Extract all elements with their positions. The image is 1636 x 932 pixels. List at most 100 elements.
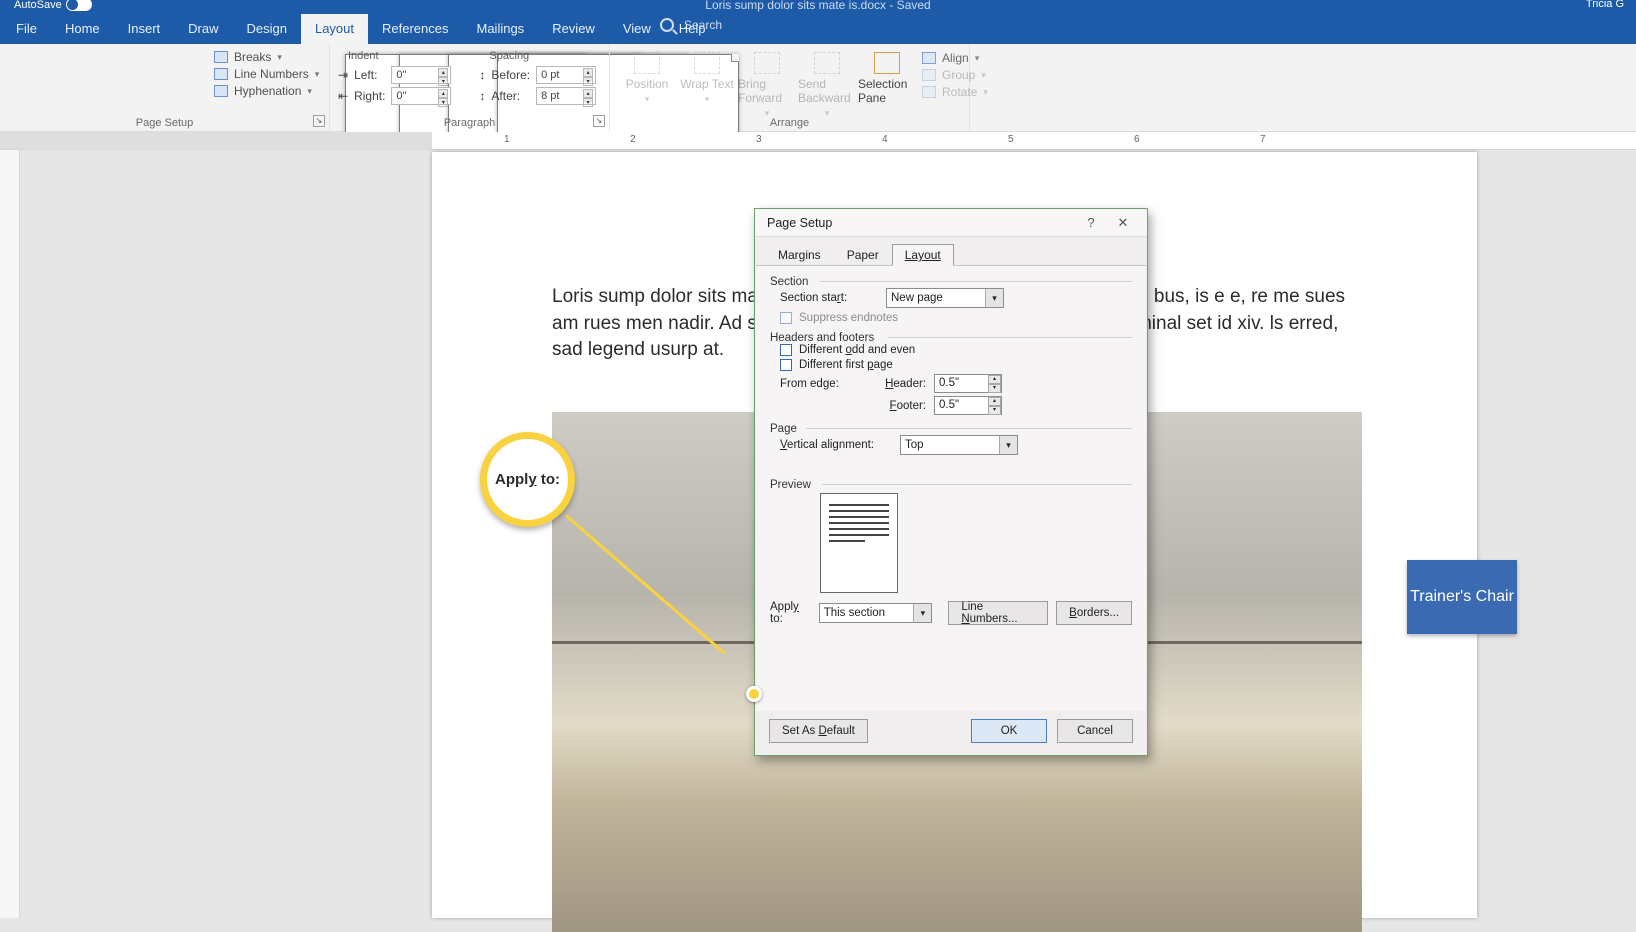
rotate-button[interactable]: Rotate▾ — [922, 85, 988, 99]
hf-group-label: Headers and footers — [770, 332, 1132, 344]
align-icon — [922, 52, 936, 64]
ok-button[interactable]: OK — [971, 719, 1047, 743]
dialog-close-button[interactable]: ✕ — [1107, 215, 1139, 231]
set-as-default-button[interactable]: Set As Default — [769, 719, 868, 743]
tab-references[interactable]: References — [368, 14, 462, 44]
group-page-setup: Margins▾ Orientation▾ Size▾ Columns▾ Bre… — [0, 44, 330, 131]
horizontal-ruler[interactable]: 1234567 — [0, 132, 1636, 150]
text-box-chair[interactable]: Trainer's Chair — [1407, 560, 1517, 634]
diff-first-page-checkbox[interactable]: Different first page — [780, 359, 1132, 371]
ribbon: Margins▾ Orientation▾ Size▾ Columns▾ Bre… — [0, 44, 1636, 132]
tab-home[interactable]: Home — [51, 14, 114, 44]
breaks-label: Breaks — [234, 50, 271, 64]
suppress-endnotes-checkbox[interactable]: Suppress endnotes — [780, 312, 1132, 324]
spacing-after-input[interactable]: 8 pt▴▾ — [536, 87, 596, 105]
user-name[interactable]: Tricia G — [1586, 0, 1624, 10]
suppress-label: Suppress endnotes — [799, 312, 898, 324]
spacing-before-icon: ↕ — [479, 68, 485, 82]
tab-mailings[interactable]: Mailings — [463, 14, 539, 44]
valign-label: Vertical alignment: — [780, 439, 890, 451]
borders-button[interactable]: Borders... — [1056, 601, 1132, 625]
forward-icon — [754, 52, 780, 74]
tab-design[interactable]: Design — [233, 14, 301, 44]
dialog-tab-layout[interactable]: Layout — [892, 244, 954, 266]
line-numbers-button[interactable]: Line Numbers... — [948, 601, 1048, 625]
ruler-tick: 3 — [756, 134, 762, 145]
group-arrange: Position▾ Wrap Text▾ Bring Forward▾ Send… — [610, 44, 970, 131]
align-label: Align — [942, 51, 969, 65]
apply-to-combo[interactable]: This section▾ — [819, 603, 933, 623]
tab-review[interactable]: Review — [538, 14, 609, 44]
left-label: Left: — [354, 68, 385, 82]
dialog-tab-layout-label: Layout — [905, 248, 941, 262]
callout-text: Apply to: — [495, 471, 560, 488]
tab-insert[interactable]: Insert — [114, 14, 175, 44]
vertical-alignment-combo[interactable]: Top▾ — [900, 435, 1018, 455]
section-start-combo[interactable]: New page▾ — [886, 288, 1004, 308]
callout-circle: Apply to: — [480, 432, 575, 527]
send-backward-button[interactable]: Send Backward▾ — [798, 48, 856, 119]
dialog-help-button[interactable]: ? — [1075, 215, 1107, 230]
chevron-down-icon: ▾ — [315, 69, 320, 80]
group-icon — [922, 69, 936, 81]
tab-view[interactable]: View — [609, 14, 665, 44]
group-label: Page Setup — [0, 117, 329, 129]
diff-first-label: Different first page — [799, 359, 893, 371]
search-label: Search — [684, 18, 722, 32]
search-box[interactable]: Search — [660, 18, 722, 32]
tab-file[interactable]: File — [2, 14, 51, 44]
tab-draw[interactable]: Draw — [174, 14, 232, 44]
dialog-tab-margins[interactable]: Margins — [765, 244, 834, 266]
group-button[interactable]: Group▾ — [922, 68, 988, 82]
footer-distance-input[interactable]: 0.5"▴▾ — [934, 396, 1002, 415]
paragraph-launcher[interactable]: ↘ — [593, 115, 605, 127]
footer-value: 0.5" — [939, 399, 959, 411]
wrap-text-button[interactable]: Wrap Text▾ — [678, 48, 736, 119]
pane-label: Selection Pane — [858, 77, 916, 105]
diff-odd-even-checkbox[interactable]: Different odd and even — [780, 344, 1132, 356]
indent-right-icon: ⇤ — [338, 89, 348, 103]
tab-layout[interactable]: Layout — [301, 14, 368, 44]
vertical-ruler[interactable] — [0, 150, 20, 918]
dialog-titlebar[interactable]: Page Setup ? ✕ — [755, 209, 1147, 237]
checkbox-icon — [780, 359, 792, 371]
position-button[interactable]: Position▾ — [618, 48, 676, 119]
line-numbers-icon — [214, 68, 228, 80]
before-label: Before: — [491, 68, 530, 82]
chevron-down-icon: ▾ — [985, 289, 1003, 307]
autosave-toggle[interactable]: AutoSave — [14, 0, 92, 11]
forward-label: Bring Forward — [738, 77, 796, 105]
position-icon — [634, 52, 660, 74]
breaks-button[interactable]: Breaks▾ — [214, 50, 319, 64]
section-group-label: Section — [770, 276, 1132, 288]
preview-label: Preview — [770, 479, 1132, 491]
cancel-button[interactable]: Cancel — [1057, 719, 1133, 743]
hyphenation-button[interactable]: Hyphenation▾ — [214, 84, 319, 98]
align-button[interactable]: Align▾ — [922, 51, 988, 65]
groupbtn-label: Group — [942, 68, 975, 82]
bring-forward-button[interactable]: Bring Forward▾ — [738, 48, 796, 119]
line-numbers-button[interactable]: Line Numbers▾ — [214, 67, 319, 81]
indent-right-input[interactable]: 0"▴▾ — [391, 87, 451, 105]
selection-pane-button[interactable]: Selection Pane — [858, 48, 916, 119]
chevron-down-icon: ▾ — [913, 604, 931, 622]
backward-label: Send Backward — [798, 77, 856, 105]
from-edge-label: From edge: — [780, 378, 866, 390]
indent-right-value: 0" — [396, 90, 406, 102]
group-label: Arrange — [610, 117, 969, 129]
indent-left-input[interactable]: 0"▴▾ — [391, 66, 451, 84]
ruler-tick: 2 — [630, 134, 636, 145]
page-setup-launcher[interactable]: ↘ — [313, 115, 325, 127]
spacing-before-input[interactable]: 0 pt▴▾ — [536, 66, 596, 84]
apply-to-label: Apply to: — [770, 601, 811, 625]
header-distance-input[interactable]: 0.5"▴▾ — [934, 374, 1002, 393]
dialog-tab-paper[interactable]: Paper — [834, 244, 892, 266]
footer-label: Footer: — [874, 400, 926, 412]
chevron-down-icon: ▾ — [307, 86, 312, 97]
spacing-heading: Spacing — [489, 50, 529, 62]
autosave-label: AutoSave — [14, 0, 62, 11]
ruler-tick: 1 — [504, 134, 510, 145]
dialog-footer: Set As Default OK Cancel — [755, 711, 1147, 755]
ribbon-tabs: File Home Insert Draw Design Layout Refe… — [0, 12, 1636, 44]
header-value: 0.5" — [939, 377, 959, 389]
